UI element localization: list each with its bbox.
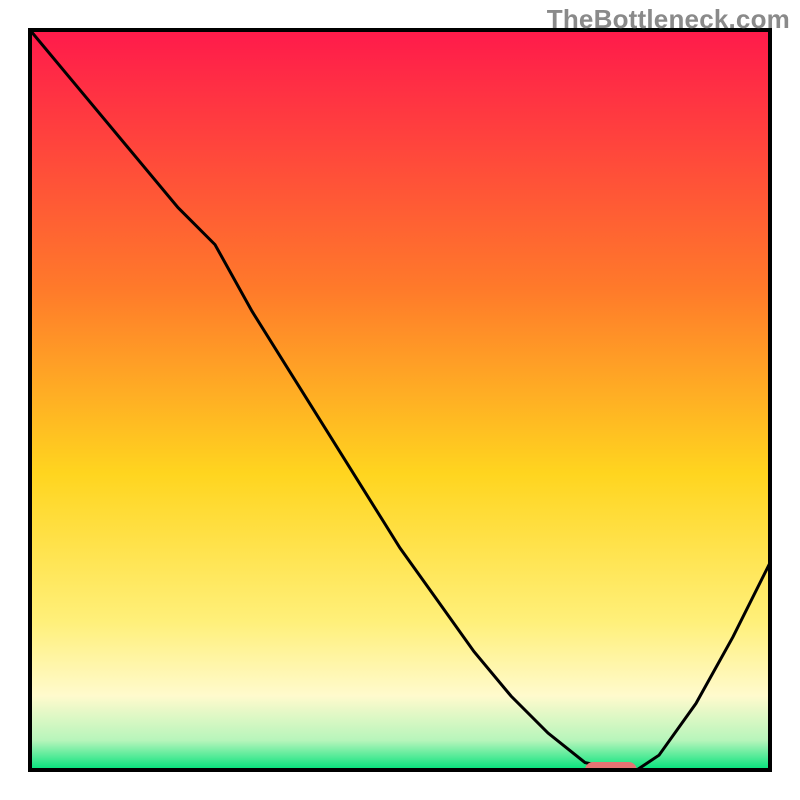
chart-svg (0, 0, 800, 800)
chart-container: TheBottleneck.com (0, 0, 800, 800)
gradient-background (30, 30, 770, 770)
watermark-text: TheBottleneck.com (547, 4, 790, 35)
